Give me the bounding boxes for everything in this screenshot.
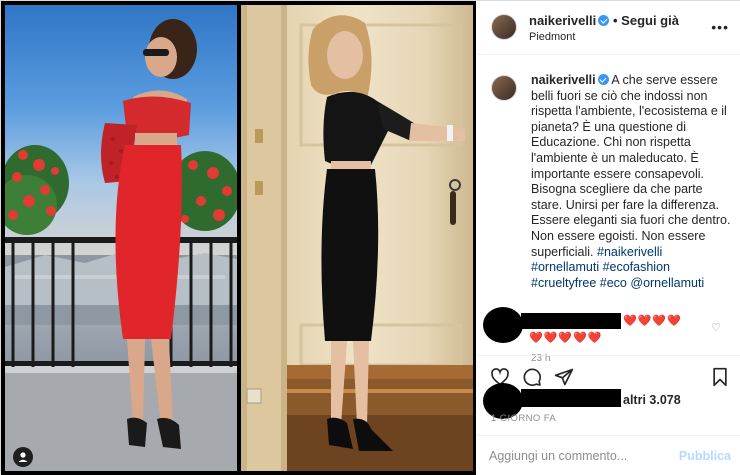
location-link[interactable]: Piedmont xyxy=(529,31,575,43)
user-icon xyxy=(18,452,28,462)
comment-hearts-line2: ❤️❤️❤️❤️❤️ xyxy=(529,332,603,344)
redacted-username xyxy=(521,313,621,329)
likes-count[interactable]: altri 3.078 xyxy=(623,393,681,407)
caption-username[interactable]: naikerivelli xyxy=(531,73,596,87)
post-header: naikerivelli • Segui già Piedmont ••• xyxy=(477,1,740,55)
post-time: 1 GIORNO FA xyxy=(491,413,557,424)
caption-mention[interactable]: @ornellamuti xyxy=(630,276,704,290)
photo-red-dress-illustration xyxy=(5,19,237,471)
follow-status-button[interactable]: • Segui già xyxy=(613,13,679,28)
post-sidebar: naikerivelli • Segui già Piedmont ••• na… xyxy=(477,1,740,475)
header-username[interactable]: naikerivelli xyxy=(529,13,610,28)
publish-button[interactable]: Pubblica xyxy=(679,449,731,463)
comment-row: ❤️❤️❤️❤️ ❤️❤️❤️❤️❤️ ♡ xyxy=(477,307,740,347)
redacted-liker-name xyxy=(521,389,621,407)
comment-hearts-line1: ❤️❤️❤️❤️ xyxy=(623,315,682,327)
redacted-avatar xyxy=(483,307,523,343)
add-comment-bar: Pubblica xyxy=(477,435,740,475)
header-username-text[interactable]: naikerivelli xyxy=(529,13,596,28)
avatar[interactable] xyxy=(491,14,517,40)
post-media[interactable] xyxy=(1,1,476,475)
follow-separator: • xyxy=(613,13,622,28)
photo-red-dress xyxy=(5,5,237,471)
tagged-users-button[interactable] xyxy=(13,447,33,467)
follow-label[interactable]: Segui già xyxy=(621,13,679,28)
photo-black-dress xyxy=(241,5,473,471)
caption-body: A che serve essere belli fuori se ciò ch… xyxy=(531,73,731,259)
instagram-post: naikerivelli • Segui già Piedmont ••• na… xyxy=(0,0,740,475)
more-options-icon[interactable]: ••• xyxy=(711,19,729,35)
caption-avatar[interactable] xyxy=(491,75,517,101)
verified-badge-icon xyxy=(598,15,610,26)
likes-section: altri 3.078 1 GIORNO FA xyxy=(477,383,740,424)
caption-text: naikerivelli A che serve essere belli fu… xyxy=(531,73,731,291)
caption-verified-badge-icon xyxy=(597,74,609,85)
photo-black-dress-illustration xyxy=(241,5,473,471)
comment-like-icon[interactable]: ♡ xyxy=(711,321,721,334)
comment-input[interactable] xyxy=(489,445,669,467)
